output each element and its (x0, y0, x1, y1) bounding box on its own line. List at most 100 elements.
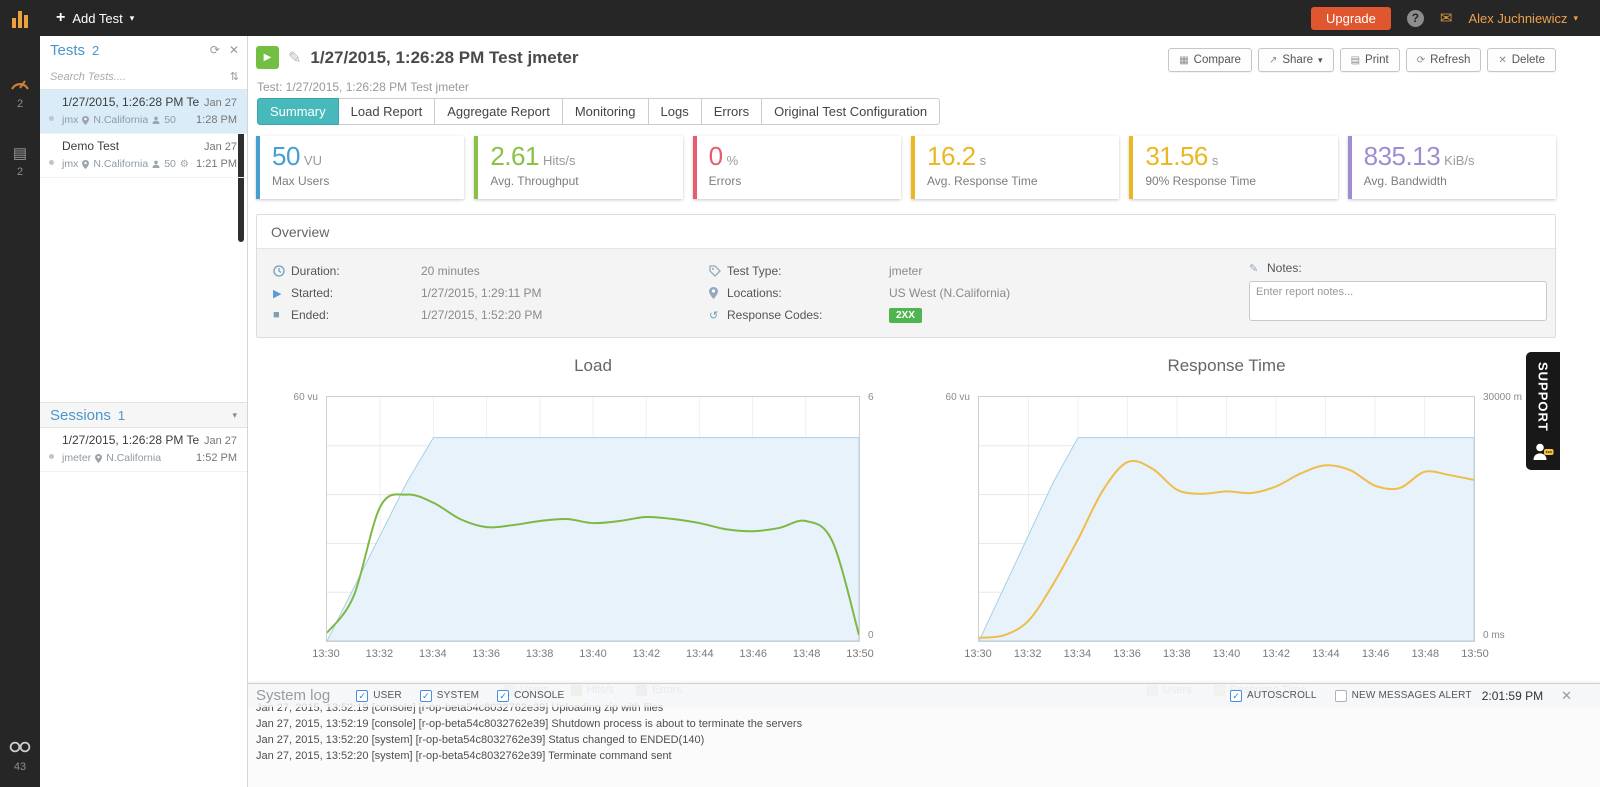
kpi-avg-throughput: 2.61Hits/s Avg. Throughput (474, 136, 682, 199)
test-type-value: jmeter (889, 264, 922, 278)
test-date: Jan 27 (204, 141, 237, 153)
test-time: 1:28 PM (196, 114, 237, 126)
x-tick-label: 13:32 (366, 648, 394, 660)
kpi-value: 50 (272, 141, 300, 171)
topbar: + Add Test ▾ Upgrade ? ✉ Alex Juchniewic… (0, 0, 1600, 36)
x-tick-label: 13:38 (1163, 648, 1191, 660)
tab-errors[interactable]: Errors (701, 98, 762, 125)
app-window: + Add Test ▾ Upgrade ? ✉ Alex Juchniewic… (0, 0, 1600, 787)
edit-pencil-icon[interactable]: ✎ (288, 48, 301, 68)
delete-icon: ✕ (1498, 55, 1506, 66)
kpi-label: Avg. Throughput (490, 174, 670, 188)
autoscroll-checkbox[interactable]: ✓ AUTOSCROLL (1230, 690, 1317, 702)
sessions-panel-header[interactable]: Sessions 1 ▾ (40, 402, 247, 428)
kpi-label: 90% Response Time (1145, 174, 1325, 188)
search-input[interactable] (50, 71, 230, 83)
load-chart-title: Load (326, 356, 860, 376)
filter-console-checkbox[interactable]: ✓ CONSOLE (497, 690, 564, 702)
notes-textarea[interactable] (1249, 281, 1547, 321)
session-title: 1/27/2015, 1:26:28 PM Te... (62, 433, 200, 447)
tab-original-test-configuration[interactable]: Original Test Configuration (761, 98, 940, 125)
duration-label: Duration: (291, 264, 421, 278)
location-pin-icon (82, 160, 89, 169)
support-agent-icon (1532, 440, 1554, 462)
delete-label: Delete (1512, 54, 1545, 66)
session-list-item[interactable]: 1/27/2015, 1:26:28 PM Te... Jan 27 jmete… (40, 428, 247, 472)
page-title: 1/27/2015, 1:26:28 PM Test jmeter (310, 48, 578, 68)
locations-value: US West (N.California) (889, 286, 1010, 300)
add-test-button[interactable]: + Add Test ▾ (56, 9, 134, 27)
report-tabs: Summary Load Report Aggregate Report Mon… (257, 98, 940, 125)
load-chart: Load 60 vu 6 0 13:3013:3213:3413:3613:38… (264, 352, 904, 682)
load-plot-area[interactable] (326, 396, 860, 642)
tests-title: Tests (50, 42, 85, 59)
kpi-avg-response-time: 16.2s Avg. Response Time (911, 136, 1119, 199)
filter-console-label: CONSOLE (514, 690, 564, 701)
user-menu[interactable]: Alex Juchniewicz ▾ (1468, 11, 1578, 26)
help-icon[interactable]: ? (1407, 10, 1424, 27)
plus-icon: + (56, 9, 65, 27)
tab-summary[interactable]: Summary (257, 98, 339, 125)
print-button[interactable]: ▤ Print (1340, 48, 1400, 72)
test-list-item[interactable]: Demo Test Jan 27 jmx N.California 50 ⚙ 1… (40, 134, 247, 178)
load-right-axis-min: 0 (868, 630, 874, 641)
upgrade-button[interactable]: Upgrade (1311, 7, 1391, 30)
session-location: N.California (106, 452, 161, 464)
compare-label: Compare (1194, 54, 1241, 66)
overview-body: Duration: 20 minutes ▶ Started: 1/27/201… (257, 249, 1555, 338)
log-line: Jan 27, 2015, 13:52:19 [console] [r-op-b… (256, 716, 1600, 732)
compare-button[interactable]: ▦ Compare (1168, 48, 1252, 72)
x-tick-label: 13:44 (1312, 648, 1340, 660)
load-right-axis-max: 6 (868, 392, 874, 403)
play-button[interactable]: ▶ (256, 46, 279, 69)
blazemeter-logo-icon[interactable] (0, 0, 40, 36)
new-messages-alert-checkbox[interactable]: ✓ NEW MESSAGES ALERT (1335, 690, 1472, 702)
tab-monitoring[interactable]: Monitoring (562, 98, 649, 125)
close-icon[interactable]: ✕ (229, 43, 239, 57)
gauge-icon (10, 76, 30, 90)
tests-count: 2 (92, 43, 99, 58)
report-header: ▶ ✎ 1/27/2015, 1:26:28 PM Test jmeter (256, 46, 578, 69)
rail-item-finder[interactable]: 43 (0, 740, 40, 773)
compare-icon: ▦ (1179, 55, 1188, 66)
locations-label: Locations: (727, 286, 889, 300)
rail-item-tests[interactable]: 2 (0, 76, 40, 110)
close-icon[interactable]: ✕ (1561, 688, 1572, 704)
x-tick-label: 13:48 (1412, 648, 1440, 660)
system-log-panel: Jan 27, 2015, 13:52:19 [console] [r-op-b… (248, 683, 1600, 787)
location-pin-icon (95, 454, 102, 463)
sort-icon[interactable]: ⇅ (230, 70, 239, 83)
filter-system-label: SYSTEM (437, 690, 479, 701)
test-time: 1:21 PM (196, 158, 237, 170)
test-location: N.California (93, 114, 148, 126)
response-plot-area[interactable] (978, 396, 1475, 642)
filter-system-checkbox[interactable]: ✓ SYSTEM (420, 690, 479, 702)
session-time: 1:52 PM (196, 452, 237, 464)
tab-logs[interactable]: Logs (648, 98, 702, 125)
chevron-down-icon[interactable]: ▾ (232, 410, 237, 421)
filter-user-checkbox[interactable]: ✓ USER (356, 690, 402, 702)
tests-search-row: ⇅ (40, 64, 247, 90)
rail-item-reports[interactable]: ▤ 2 (0, 144, 40, 178)
refresh-icon: ⟳ (1417, 55, 1425, 66)
checkbox-checked-icon: ✓ (356, 690, 368, 702)
kpi-unit: s (1212, 153, 1219, 168)
share-button[interactable]: ↗ Share ▾ (1258, 48, 1334, 72)
response-right-axis-min: 0 ms (1483, 630, 1505, 641)
test-location: N.California (93, 158, 148, 170)
response-left-axis-label: 60 vu (916, 392, 970, 403)
rail-tests-count: 2 (0, 98, 40, 110)
report-icon: ▤ (13, 145, 27, 162)
tab-load-report[interactable]: Load Report (338, 98, 436, 125)
overview-header: Overview (257, 215, 1555, 249)
delete-button[interactable]: ✕ Delete (1487, 48, 1556, 72)
kpi-unit: VU (304, 153, 322, 168)
mail-icon[interactable]: ✉ (1440, 9, 1453, 27)
refresh-button[interactable]: ⟳ Refresh (1406, 48, 1482, 72)
refresh-icon[interactable]: ⟳ (210, 43, 220, 57)
test-list-item[interactable]: 1/27/2015, 1:26:28 PM Te... Jan 27 jmx N… (40, 90, 247, 134)
support-tab[interactable]: SUPPORT (1526, 352, 1560, 470)
tab-aggregate-report[interactable]: Aggregate Report (434, 98, 563, 125)
load-left-axis-label: 60 vu (264, 392, 318, 403)
ended-value: 1/27/2015, 1:52:20 PM (421, 308, 542, 322)
